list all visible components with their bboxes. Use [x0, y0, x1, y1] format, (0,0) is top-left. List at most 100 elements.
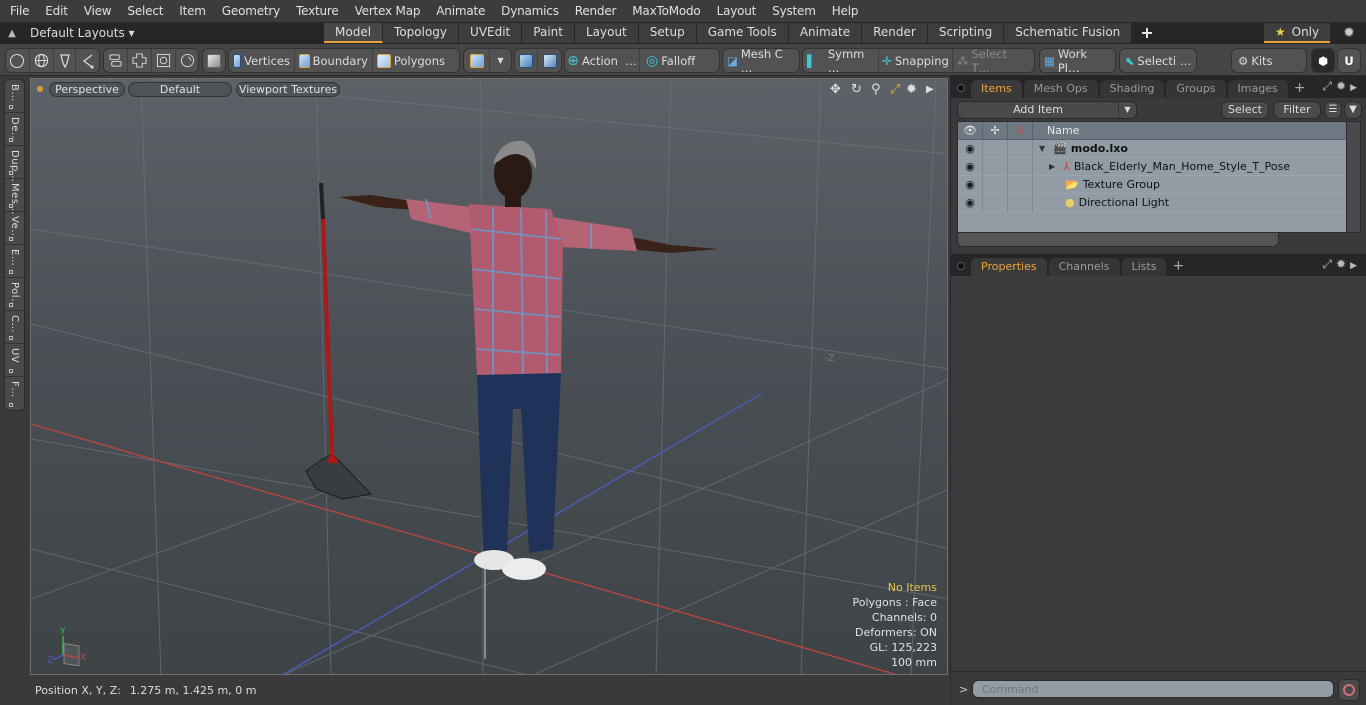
tab-channels[interactable]: Channels	[1048, 258, 1120, 276]
unreal-icon[interactable]: U	[1338, 49, 1360, 72]
eye-icon[interactable]: ◉	[958, 175, 983, 194]
local-transform-icon[interactable]	[538, 49, 561, 72]
menu-view[interactable]: View	[76, 4, 120, 18]
menu-maxtomodo[interactable]: MaxToModo	[624, 4, 708, 18]
falloff-button[interactable]: ◎ Falloff	[640, 49, 719, 72]
bridge-icon[interactable]	[104, 49, 128, 72]
panel-gear-icon[interactable]: ✹	[1336, 79, 1350, 93]
panel-options-dot[interactable]	[957, 84, 965, 92]
pen-icon[interactable]	[54, 49, 77, 72]
rotate-icon[interactable]: ↻	[851, 82, 862, 97]
zoom-icon[interactable]: ⚲	[871, 82, 881, 97]
tab-images[interactable]: Images	[1227, 80, 1288, 98]
menu-vertex-map[interactable]: Vertex Map	[347, 4, 429, 18]
panel-options-dot[interactable]	[957, 262, 965, 270]
maximize-icon[interactable]: ⤢	[890, 82, 900, 97]
tab-scripting[interactable]: Scripting	[927, 23, 1005, 43]
palette-tab-basic[interactable]: B…	[5, 80, 24, 113]
tab-game-tools[interactable]: Game Tools	[696, 23, 789, 43]
menu-texture[interactable]: Texture	[288, 4, 347, 18]
tab-topology[interactable]: Topology	[383, 23, 460, 43]
tree-vertical-scrollbar[interactable]	[1347, 121, 1361, 233]
expand-arrow-icon[interactable]: ▶	[1049, 162, 1055, 171]
curve-tool-icon[interactable]	[76, 49, 99, 72]
vertices-mode-button[interactable]: Vertices	[229, 49, 295, 72]
menu-select[interactable]: Select	[119, 4, 171, 18]
menu-layout[interactable]: Layout	[709, 4, 765, 18]
menu-dynamics[interactable]: Dynamics	[493, 4, 567, 18]
tab-render[interactable]: Render	[862, 23, 928, 43]
polygons-mode-button[interactable]: Polygons	[373, 49, 449, 72]
world-transform-icon[interactable]	[515, 49, 538, 72]
tab-layout[interactable]: Layout	[574, 23, 639, 43]
tree-row[interactable]: ◉ ▶ ⅄ Black_Elderly_Man_Home_Style_T_Pose	[958, 157, 1346, 176]
item-mode-cube-icon[interactable]	[203, 49, 225, 72]
menu-render[interactable]: Render	[567, 4, 625, 18]
gear-icon[interactable]: ✹	[1338, 23, 1360, 43]
tab-schematic-fusion[interactable]: Schematic Fusion	[1004, 23, 1133, 43]
tab-paint[interactable]: Paint	[522, 23, 575, 43]
expand-icon[interactable]: ⤢	[1322, 79, 1336, 93]
bevel-icon[interactable]	[176, 49, 199, 72]
tab-animate[interactable]: Animate	[788, 23, 863, 43]
viewport-textures-selector[interactable]: Viewport Textures	[236, 82, 340, 97]
eye-icon[interactable]: ◉	[958, 157, 983, 176]
palette-tab-edge[interactable]: E…	[5, 245, 24, 278]
palette-tab-polygon[interactable]: Pol…	[5, 278, 24, 311]
unity-icon[interactable]: ⬢	[1312, 49, 1334, 72]
list-options-icon[interactable]: ☰	[1324, 101, 1342, 119]
tab-model[interactable]: Model	[324, 23, 384, 43]
add-layout-tab-button[interactable]: +	[1132, 23, 1163, 43]
eye-icon[interactable]: ◉	[958, 193, 983, 212]
menu-item[interactable]: Item	[171, 4, 214, 18]
eye-icon[interactable]: ◉	[958, 139, 983, 158]
uv-unwrap-icon[interactable]	[128, 49, 152, 72]
chevron-down-icon[interactable]: ▼	[1118, 102, 1136, 118]
chevron-down-icon[interactable]: ▼	[490, 49, 511, 72]
add-item-dropdown[interactable]: Add Item ▼	[957, 101, 1137, 119]
scene-canvas[interactable]: Y X Z	[31, 79, 948, 675]
type-column-icon[interactable]: ⅄	[1008, 122, 1033, 139]
filter-funnel-icon[interactable]: ▼	[1344, 101, 1362, 119]
tab-uvedit[interactable]: UVEdit	[459, 23, 523, 43]
menu-system[interactable]: System	[764, 4, 824, 18]
only-button[interactable]: ★ Only	[1264, 23, 1330, 43]
pan-icon[interactable]: ✥	[830, 82, 841, 97]
layout-selector[interactable]: Default Layouts ▾	[24, 26, 324, 40]
tab-shading[interactable]: Shading	[1099, 80, 1165, 98]
palette-tab-uv[interactable]: UV	[5, 344, 24, 377]
tab-groups[interactable]: Groups	[1166, 80, 1226, 98]
viewport-gear-icon[interactable]: ✹	[906, 82, 917, 97]
tab-lists[interactable]: Lists	[1121, 258, 1167, 276]
menu-edit[interactable]: Edit	[37, 4, 75, 18]
menu-geometry[interactable]: Geometry	[214, 4, 288, 18]
tree-row[interactable]: ◉ 📂 Texture Group	[958, 175, 1346, 194]
tree-horizontal-scrollbar[interactable]	[957, 233, 1279, 247]
record-macro-button[interactable]	[1338, 679, 1360, 701]
menu-help[interactable]: Help	[824, 4, 867, 18]
kits-button[interactable]: ⚙ Kits	[1232, 49, 1306, 72]
command-input[interactable]	[972, 680, 1334, 698]
collapse-arrow-icon[interactable]: ▲	[0, 28, 24, 39]
add-panel-tab-button[interactable]: +	[1168, 258, 1188, 276]
lock-column-icon[interactable]: ✢	[983, 122, 1008, 139]
symmetry-button[interactable]: ▌ Symm …	[803, 47, 879, 75]
palette-tab-vertex[interactable]: Ve…	[5, 212, 24, 245]
material-mode-icon[interactable]	[464, 49, 490, 72]
add-panel-tab-button[interactable]: +	[1290, 80, 1310, 98]
menu-file[interactable]: File	[0, 4, 37, 18]
snapping-button[interactable]: ✛ Snapping	[879, 49, 953, 72]
action-center-button[interactable]: ⊕ Action …	[565, 49, 640, 72]
tab-properties[interactable]: Properties	[971, 258, 1047, 276]
tab-setup[interactable]: Setup	[638, 23, 697, 43]
shading-selector[interactable]: Default	[128, 82, 232, 97]
palette-tab-duplicate[interactable]: Dup…	[5, 146, 24, 182]
panel-arrow-icon[interactable]: ▶	[1350, 83, 1361, 93]
3d-viewport[interactable]: Y X Z -Z Perspective Default Viewport Te…	[30, 78, 948, 675]
palette-tab-fusion[interactable]: F…	[5, 377, 24, 410]
name-column-header[interactable]: Name	[1033, 122, 1079, 139]
selection-sets-button[interactable]: ⬉ Selecti …	[1120, 49, 1196, 72]
filter-button[interactable]: Filter	[1273, 101, 1321, 119]
globe-icon[interactable]	[30, 49, 54, 72]
tree-row[interactable]: ◉ ● Directional Light	[958, 193, 1346, 212]
